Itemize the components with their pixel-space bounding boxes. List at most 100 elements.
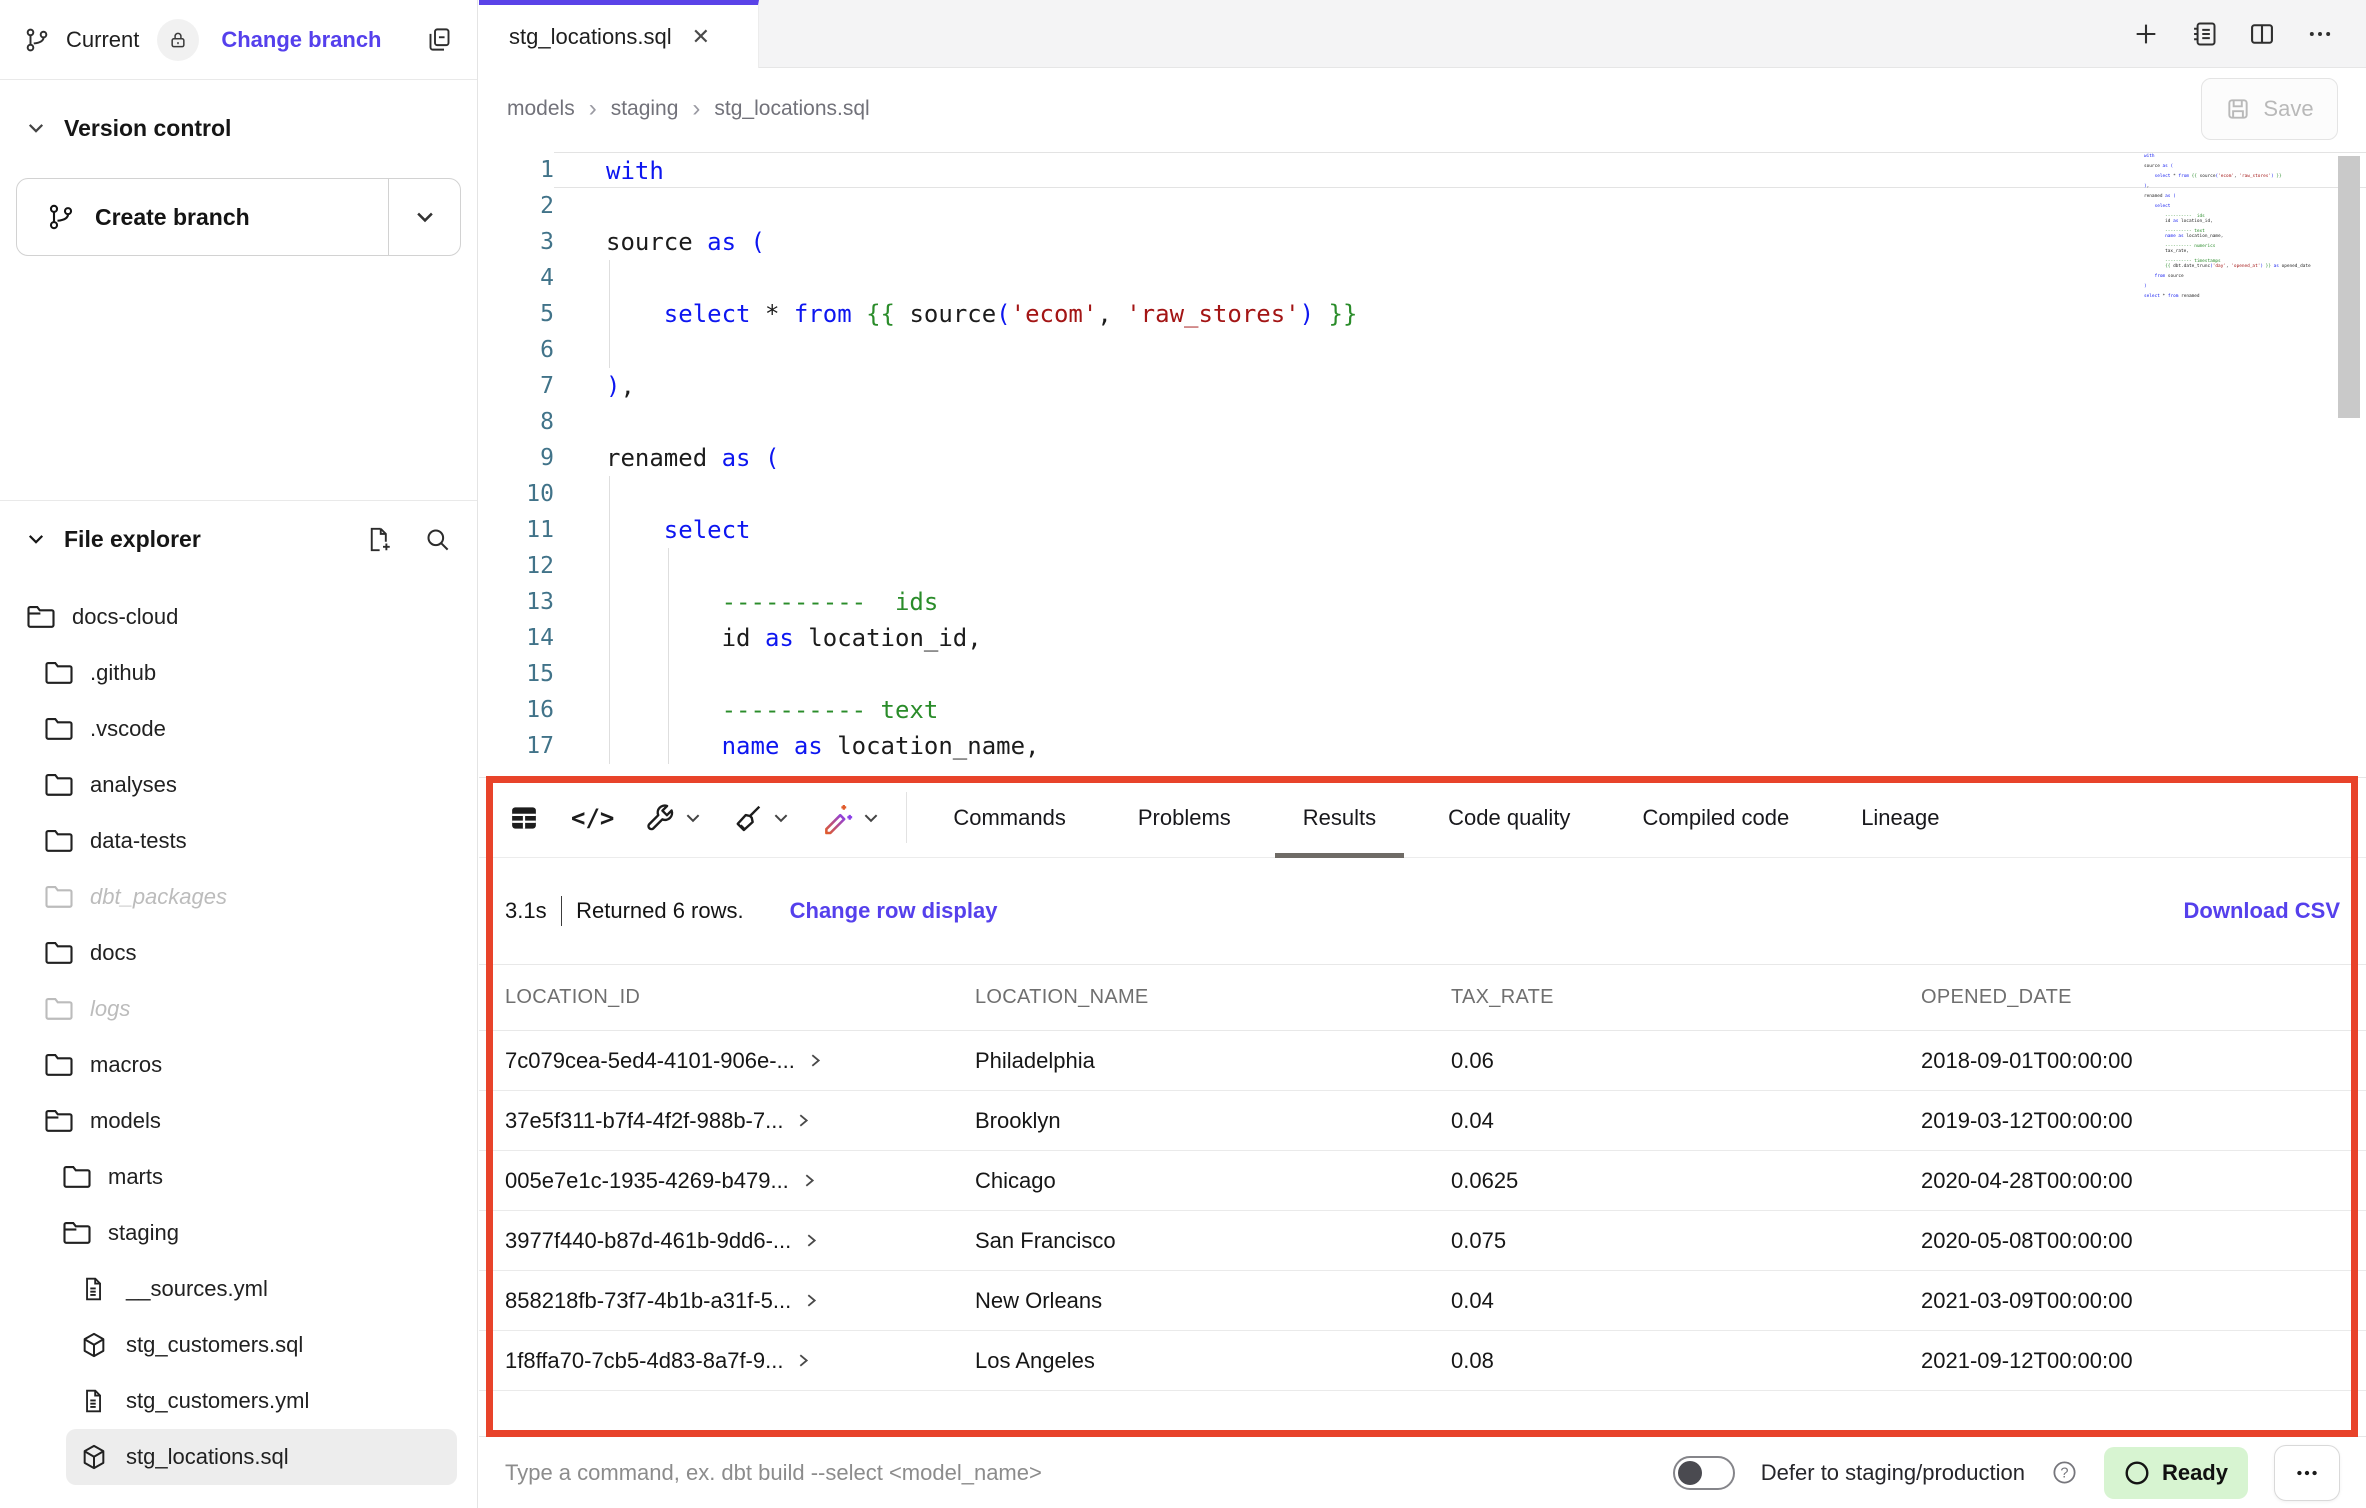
code-line-17[interactable]: 17 name as location_name, [479,728,2366,764]
create-branch-button[interactable]: Create branch [17,179,388,255]
code-line-14[interactable]: 14 id as location_id, [479,620,2366,656]
expand-chevron-icon[interactable] [795,1352,812,1369]
code-line-2[interactable]: 2 [479,188,2366,224]
panel-tab-results[interactable]: Results [1275,778,1404,857]
file-tree-item-stg-customers-sql[interactable]: stg_customers.sql [66,1317,457,1373]
file-tree-item-dbt-packages[interactable]: dbt_packages [30,869,457,925]
code-line-12[interactable]: 12 [479,548,2366,584]
chevron-right-icon: › [589,97,597,121]
table-row[interactable]: 37e5f311-b7f4-4f2f-988b-7...Brooklyn0.04… [479,1091,2366,1151]
code-line-10[interactable]: 10 [479,476,2366,512]
file-label: __sources.yml [126,1276,268,1302]
table-row[interactable]: 3977f440-b87d-461b-9dd6-...San Francisco… [479,1211,2366,1271]
close-icon[interactable]: ✕ [692,24,710,50]
file-explorer-title: File explorer [64,526,201,553]
tab-stg-locations-sql[interactable]: stg_locations.sql ✕ [479,0,759,68]
defer-toggle[interactable] [1673,1456,1735,1490]
file-label: data-tests [90,828,187,854]
file-tree-item--github[interactable]: .github [30,645,457,701]
file-tree-item-data-tests[interactable]: data-tests [30,813,457,869]
file-label: .github [90,660,156,686]
change-row-display-link[interactable]: Change row display [790,898,998,924]
code-line-7[interactable]: 7), [479,368,2366,404]
copy-branch-icon[interactable] [426,26,453,53]
panel-tab-lineage[interactable]: Lineage [1833,778,1967,857]
code-line-4[interactable]: 4 [479,260,2366,296]
save-button[interactable]: Save [2201,78,2338,140]
panel-tab-compiled-code[interactable]: Compiled code [1614,778,1817,857]
file-tree-item-macros[interactable]: macros [30,1037,457,1093]
file-label: .vscode [90,716,166,742]
panel-tab-problems[interactable]: Problems [1110,778,1259,857]
breadcrumb-file[interactable]: stg_locations.sql [714,97,869,121]
file-tree-item-staging[interactable]: staging [48,1205,457,1261]
file-tree-item-stg-customers-yml[interactable]: stg_customers.yml [66,1373,457,1429]
new-file-icon[interactable] [365,526,392,553]
command-input[interactable]: Type a command, ex. dbt build --select <… [505,1460,1673,1486]
table-row[interactable]: 005e7e1c-1935-4269-b479...Chicago0.06252… [479,1151,2366,1211]
cell-location_name: Philadelphia [975,1048,1451,1074]
file-tree-item--sources-yml[interactable]: __sources.yml [66,1261,457,1317]
file-label: docs-cloud [72,604,178,630]
code-lines: 1with23source as (45 select * from {{ so… [479,152,2366,764]
preview-table-button[interactable] [507,803,541,833]
version-control-header[interactable]: Version control [0,96,477,160]
file-tree-item--vscode[interactable]: .vscode [30,701,457,757]
build-dropdown-button[interactable] [644,802,702,834]
split-pane-icon[interactable] [2248,20,2276,48]
format-dropdown-button[interactable] [732,802,790,834]
code-line-3[interactable]: 3source as ( [479,224,2366,260]
expand-chevron-icon[interactable] [803,1232,820,1249]
file-tree-item-logs[interactable]: logs [30,981,457,1037]
code-line-13[interactable]: 13 ---------- ids [479,584,2366,620]
panel-tab-code-quality[interactable]: Code quality [1420,778,1598,857]
cell-opened_date: 2020-05-08T00:00:00 [1921,1228,2340,1254]
expand-chevron-icon[interactable] [803,1292,820,1309]
table-row[interactable]: 858218fb-73f7-4b1b-a31f-5...New Orleans0… [479,1271,2366,1331]
code-line-9[interactable]: 9renamed as ( [479,440,2366,476]
download-csv-link[interactable]: Download CSV [2184,898,2340,924]
file-tree-item-marts[interactable]: marts [48,1149,457,1205]
broom-icon [732,802,764,834]
panel-tab-commands[interactable]: Commands [925,778,1093,857]
expand-chevron-icon[interactable] [801,1172,818,1189]
change-branch-link[interactable]: Change branch [221,27,381,53]
compile-code-icon[interactable]: </> [571,804,614,832]
code-line-6[interactable]: 6 [479,332,2366,368]
code-line-5[interactable]: 5 select * from {{ source('ecom', 'raw_s… [479,296,2366,332]
code-editor[interactable]: 1with23source as (45 select * from {{ so… [479,150,2366,777]
file-tree-item-stg-locations-sql[interactable]: stg_locations.sql [66,1429,457,1485]
file-tree-item-analyses[interactable]: analyses [30,757,457,813]
breadcrumb-staging[interactable]: staging [611,97,679,121]
code-line-8[interactable]: 8 [479,404,2366,440]
minimap[interactable]: withsource as ( select * from {{ source(… [2144,154,2314,299]
file-explorer-header[interactable]: File explorer [0,501,477,577]
toggle-knob [1678,1461,1702,1485]
code-line-11[interactable]: 11 select [479,512,2366,548]
expand-chevron-icon[interactable] [795,1112,812,1129]
code-line-15[interactable]: 15 [479,656,2366,692]
ellipsis-icon[interactable] [2306,20,2334,48]
table-row[interactable]: 7c079cea-5ed4-4101-906e-...Philadelphia0… [479,1031,2366,1091]
editor-scrollbar[interactable] [2338,156,2360,418]
file-tree-item-models[interactable]: models [30,1093,457,1149]
table-row[interactable]: 1f8ffa70-7cb5-4d83-8a7f-9...Los Angeles0… [479,1331,2366,1391]
notebook-icon[interactable] [2190,20,2218,48]
search-icon[interactable] [424,526,451,553]
more-options-button[interactable] [2274,1445,2340,1501]
code-line-16[interactable]: 16 ---------- text [479,692,2366,728]
copilot-dropdown-button[interactable] [820,801,880,835]
file-label: models [90,1108,161,1134]
model-icon [80,1331,110,1359]
file-tree-item-docs[interactable]: docs [30,925,457,981]
file-tree-item-docs-cloud[interactable]: docs-cloud [12,589,457,645]
status-badge[interactable]: Ready [2104,1447,2248,1499]
breadcrumb-models[interactable]: models [507,97,575,121]
sidebar: Current Change branch Version control Cr… [0,0,478,1508]
line-number: 13 [479,584,554,620]
new-tab-icon[interactable] [2132,20,2160,48]
code-line-1[interactable]: 1with [479,152,2366,188]
create-branch-dropdown-button[interactable] [388,179,460,255]
help-icon[interactable]: ? [2051,1459,2078,1486]
expand-chevron-icon[interactable] [807,1052,824,1069]
